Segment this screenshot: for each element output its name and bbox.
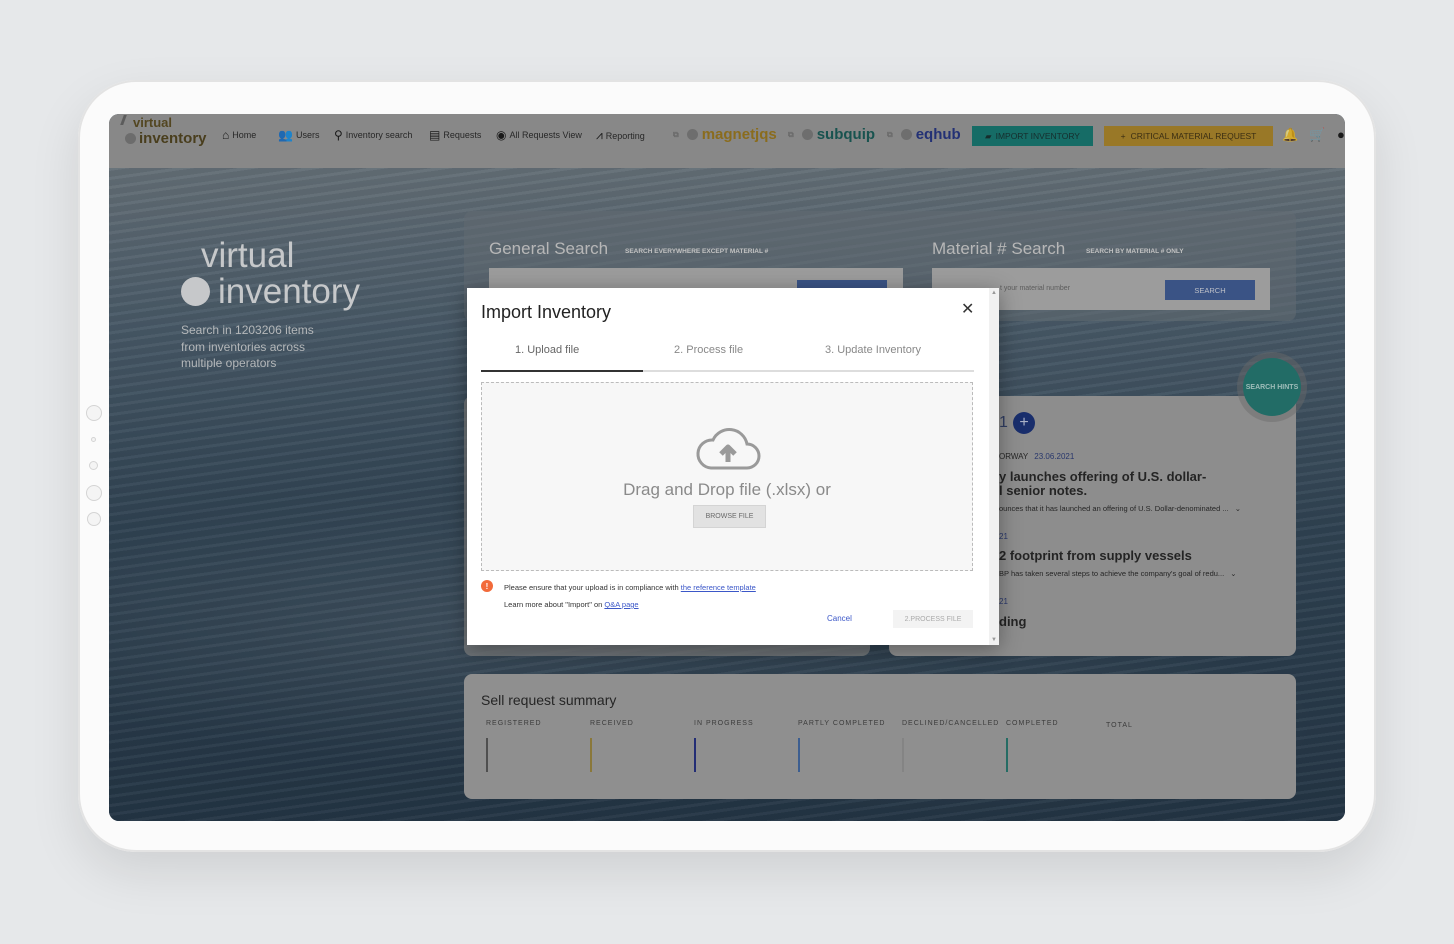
cloud-upload-icon	[696, 428, 761, 470]
step-process-file[interactable]: 2. Process file	[674, 344, 743, 356]
process-file-button[interactable]: 2.PROCESS FILE	[893, 610, 973, 628]
warning-icon: !	[481, 580, 493, 592]
reference-template-link[interactable]: the reference template	[681, 583, 756, 592]
close-icon[interactable]: ✕	[961, 299, 974, 319]
browse-file-button[interactable]: BROWSE FILE	[693, 505, 766, 528]
step-update-inventory[interactable]: 3. Update Inventory	[825, 344, 921, 356]
qa-page-link[interactable]: Q&A page	[604, 600, 638, 609]
stepper: 1. Upload file 2. Process file 3. Update…	[481, 342, 974, 372]
tablet-side-button	[86, 485, 102, 501]
cancel-button[interactable]: Cancel	[827, 614, 852, 623]
tablet-side-button	[91, 437, 96, 442]
import-inventory-modal: Import Inventory ✕ 1. Upload file 2. Pro…	[467, 288, 999, 645]
modal-title: Import Inventory	[481, 302, 612, 322]
tablet-side-button	[87, 512, 101, 526]
modal-scrollbar[interactable]: ▲ ▼	[989, 288, 999, 645]
file-drop-zone[interactable]: Drag and Drop file (.xlsx) or BROWSE FIL…	[481, 382, 973, 571]
active-step-indicator	[481, 370, 643, 372]
tablet-side-button	[89, 461, 98, 470]
step-upload-file[interactable]: 1. Upload file	[515, 344, 579, 356]
drop-instructions: Drag and Drop file (.xlsx) or	[623, 480, 831, 499]
tablet-side-button	[86, 405, 102, 421]
